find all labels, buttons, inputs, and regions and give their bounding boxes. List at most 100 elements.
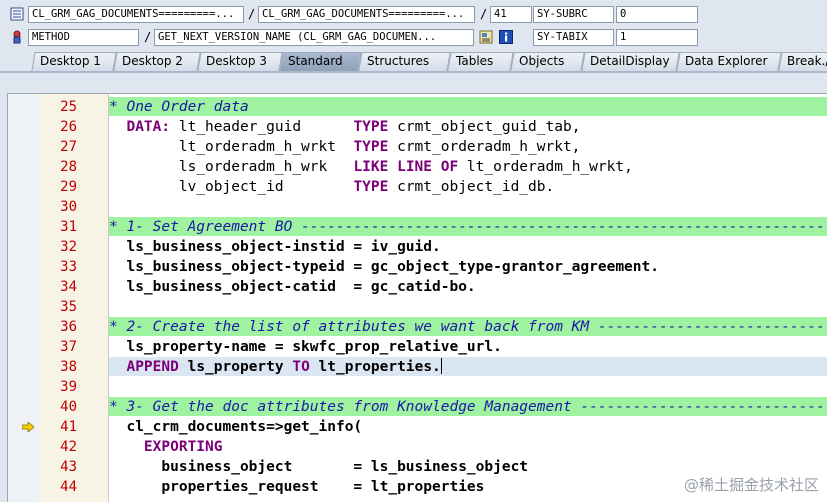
tab-desktop-1[interactable]: Desktop 1: [31, 52, 117, 71]
tab-label: Objects: [519, 54, 565, 68]
tab-label: Desktop 3: [206, 54, 267, 68]
event-type-field[interactable]: METHOD: [28, 29, 139, 46]
code-line[interactable]: 28 ls_orderadm_h_wrk LIKE LINE OF lt_ord…: [8, 157, 827, 177]
tab-tables[interactable]: Tables: [447, 52, 514, 71]
code-token: crmt_orderadm_h_wrkt,: [388, 139, 581, 155]
line-number: 26: [60, 119, 77, 135]
tab-label: Desktop 2: [122, 54, 183, 68]
tab-objects[interactable]: Objects: [510, 52, 585, 71]
separator: /: [248, 7, 256, 21]
tab-label: Data Explorer: [685, 54, 768, 68]
program-info-row: CL_GRM_GAG_DOCUMENTS=========... / CL_GR…: [0, 4, 827, 26]
line-number: 44: [60, 479, 77, 495]
code-text[interactable]: ls_business_object-catid = gc_catid-bo.: [109, 277, 476, 296]
code-text[interactable]: ls_orderadm_h_wrk LIKE LINE OF lt_ordera…: [109, 157, 633, 176]
separator: /: [480, 7, 488, 21]
line-number: 30: [60, 199, 77, 215]
tab-structures[interactable]: Structures: [358, 52, 451, 71]
code-token: business_object = ls_business_object: [109, 459, 529, 475]
code-token: ls_property-name = skwfc_prop_relative_u…: [109, 339, 502, 355]
code-comment[interactable]: * 1- Set Agreement BO ------------------…: [109, 217, 827, 236]
event-name-field[interactable]: GET_NEXT_VERSION_NAME (CL_GRM_GAG_DOCUME…: [154, 29, 474, 46]
code-text[interactable]: EXPORTING: [109, 437, 223, 456]
keyword: APPEND: [126, 359, 179, 375]
source-code-editor[interactable]: 25 * One Order data 26 DATA: lt_header_gui…: [7, 93, 827, 502]
code-token: lt_properties.: [309, 359, 441, 375]
watermark: @稀土掘金技术社区: [683, 476, 819, 494]
code-line[interactable]: 42 EXPORTING: [8, 437, 827, 457]
tab-detaildisplay[interactable]: DetailDisplay: [581, 52, 680, 71]
code-token: properties_request = lt_properties: [109, 479, 485, 495]
code-text[interactable]: lt_orderadm_h_wrkt TYPE crmt_orderadm_h_…: [109, 137, 581, 156]
code-text[interactable]: APPEND ls_property TO lt_properties.: [109, 357, 827, 376]
code-text[interactable]: business_object = ls_business_object: [109, 457, 528, 476]
code-line[interactable]: 32 ls_business_object-instid = iv_guid.: [8, 237, 827, 257]
desktop-tabstrip: Desktop 1 Desktop 2 Desktop 3 Standard Struc…: [0, 50, 827, 72]
code-text[interactable]: cl_crm_documents=>get_info(: [109, 417, 362, 436]
tab-break[interactable]: Break./: [778, 52, 827, 71]
program-field[interactable]: CL_GRM_GAG_DOCUMENTS=========...: [28, 6, 244, 23]
code-text[interactable]: ls_business_object-typeid = gc_object_ty…: [109, 257, 659, 276]
tab-desktop-3[interactable]: Desktop 3: [197, 52, 283, 71]
code-line[interactable]: 25 * One Order data: [8, 97, 827, 117]
keyword: LIKE LINE OF: [353, 159, 459, 175]
variable-value-field[interactable]: 0: [616, 6, 698, 23]
code-line[interactable]: 34 ls_business_object-catid = gc_catid-b…: [8, 277, 827, 297]
keyword: TYPE: [353, 119, 389, 135]
code-line[interactable]: 38 APPEND ls_property TO lt_properties.: [8, 357, 827, 377]
code-token: ls_business_object-instid = iv_guid.: [109, 239, 441, 255]
info-icon[interactable]: [499, 30, 513, 44]
code-line[interactable]: 36 * 2- Create the list of attributes we …: [8, 317, 827, 337]
keyword: TYPE: [353, 139, 389, 155]
variable-name-field[interactable]: SY-SUBRC: [533, 6, 614, 23]
code-comment[interactable]: * 2- Create the list of attributes we wa…: [109, 317, 827, 336]
tab-standard[interactable]: Standard: [279, 52, 362, 71]
display-object-icon[interactable]: [479, 30, 493, 44]
code-line[interactable]: 30: [8, 197, 827, 217]
code-token: ls_business_object-typeid = gc_object_ty…: [109, 259, 659, 275]
variable-value-field[interactable]: 1: [616, 29, 698, 46]
code-text[interactable]: properties_request = lt_properties: [109, 477, 484, 496]
keyword: EXPORTING: [143, 439, 223, 455]
tab-data-explorer[interactable]: Data Explorer: [676, 52, 782, 71]
code-line[interactable]: 40 * 3- Get the doc attributes from Knowl…: [8, 397, 827, 417]
code-line[interactable]: 35: [8, 297, 827, 317]
separator: /: [144, 30, 152, 44]
code-text[interactable]: ls_business_object-instid = iv_guid.: [109, 237, 441, 256]
code-comment[interactable]: * One Order data: [109, 97, 827, 116]
tab-label: Standard: [288, 54, 343, 68]
line-number: 42: [60, 439, 77, 455]
code-line[interactable]: 27 lt_orderadm_h_wrkt TYPE crmt_orderadm…: [8, 137, 827, 157]
code-token: cl_crm_documents=>get_info(: [109, 419, 363, 435]
code-token: ls_business_object-catid = gc_catid-bo.: [109, 279, 476, 295]
keyword: TYPE: [353, 179, 389, 195]
line-number: 37: [60, 339, 77, 355]
line-number-field[interactable]: 41: [490, 6, 532, 23]
line-number: 39: [60, 379, 77, 395]
tab-desktop-2[interactable]: Desktop 2: [113, 52, 201, 71]
code-line[interactable]: 29 lv_object_id TYPE crmt_object_id_db.: [8, 177, 827, 197]
code-line[interactable]: 39: [8, 377, 827, 397]
code-comment[interactable]: * 3- Get the doc attributes from Knowled…: [109, 397, 827, 416]
code-line[interactable]: 37 ls_property-name = skwfc_prop_relativ…: [8, 337, 827, 357]
code-line[interactable]: 41 cl_crm_documents=>get_info(: [8, 417, 827, 437]
include-field[interactable]: CL_GRM_GAG_DOCUMENTS=========...: [258, 6, 475, 23]
line-number: 27: [60, 139, 77, 155]
code-text[interactable]: lv_object_id TYPE crmt_object_id_db.: [109, 177, 554, 196]
variable-name-field[interactable]: SY-TABIX: [533, 29, 614, 46]
line-number: 40: [60, 399, 77, 415]
code-line[interactable]: 26 DATA: lt_header_guid TYPE crmt_object…: [8, 117, 827, 137]
code-text[interactable]: DATA: lt_header_guid TYPE crmt_object_gu…: [109, 117, 580, 136]
code-line[interactable]: 31 * 1- Set Agreement BO ----------------…: [8, 217, 827, 237]
line-number: 29: [60, 179, 77, 195]
code-token: lt_orderadm_h_wrkt,: [458, 159, 633, 175]
line-number: 31: [60, 219, 77, 235]
code-line[interactable]: 33 ls_business_object-typeid = gc_object…: [8, 257, 827, 277]
code-token: ls_property: [178, 359, 293, 375]
code-text[interactable]: ls_property-name = skwfc_prop_relative_u…: [109, 337, 502, 356]
tab-label: Structures: [367, 54, 430, 68]
program-icon: [10, 7, 24, 21]
tab-label: Desktop 1: [40, 54, 101, 68]
tab-label: Break./: [787, 54, 827, 68]
